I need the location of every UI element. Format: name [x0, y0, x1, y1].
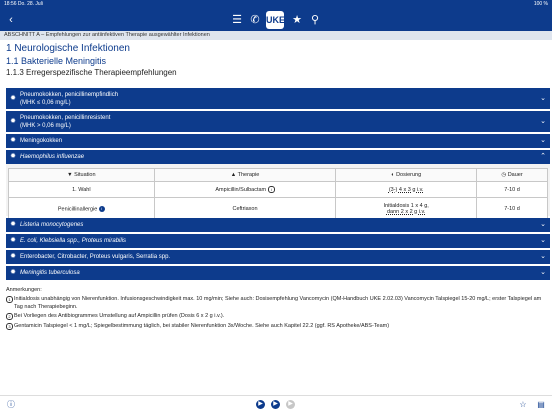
- note-item: 1 Initialdosis unabhängig von Nierenfunk…: [6, 296, 550, 311]
- column-header-therapie: ▲ Therapie: [153, 168, 337, 182]
- cell-dauer: 7-10 d: [476, 181, 548, 198]
- accordion-label: Enterobacter, Citrobacter, Proteus vulga…: [20, 254, 171, 260]
- gear-icon: ✹: [10, 269, 16, 276]
- note-number: 3: [6, 322, 13, 330]
- bottle-icon: ▲: [230, 172, 237, 178]
- accordion-ecoli[interactable]: ✹ E. coli, Klebsiella spp., Proteus mira…: [6, 234, 550, 248]
- pdf-icon[interactable]: ▤: [536, 400, 546, 410]
- chevron-down-icon: ⌄: [540, 221, 546, 228]
- chevron-down-icon: ⌄: [540, 269, 546, 276]
- gear-icon: ✹: [10, 94, 16, 102]
- section-heading-1: 1 Neurologische Infektionen: [6, 43, 130, 54]
- forward-disabled-icon: ▶: [286, 400, 295, 409]
- accordion-label: Meningokokken: [20, 138, 63, 144]
- table-row: 1. Wahl Ampicillin/Sulbactam i (3-) 4 x …: [8, 181, 548, 198]
- note-text: Initialdosis unabhängig von Nierenfunkti…: [14, 296, 542, 310]
- accordion-label: Meningitis tuberculosa: [20, 270, 80, 276]
- battery-status: 100 %: [533, 1, 548, 7]
- back-chevron-icon[interactable]: ‹: [4, 13, 18, 27]
- gear-icon: ✹: [10, 153, 16, 160]
- therapy-table: ▼ Situation ▲ Therapie ◐ Dosierung ◷ Dau…: [8, 168, 548, 221]
- list-icon[interactable]: ☰: [230, 13, 244, 27]
- note-item: 2 Bei Vorliegen des Antibiogrammes Umste…: [6, 313, 550, 321]
- cell-dosierung: (3-) 4 x 3 g i.v.: [335, 181, 478, 198]
- accordion-meningokokken[interactable]: ✹ Meningokokken ⌄: [6, 134, 550, 148]
- accordion-pneumokokken-empfindlich[interactable]: ✹ Pneumokokken, penicillinempfindlich (MH…: [6, 88, 550, 109]
- accordion-pneumokokken-resistent[interactable]: ✹ Pneumokokken, penicillinresistent (MHK …: [6, 111, 550, 132]
- note-text: Gentamicin Talspiegel < 1 mg/L; Spiegelb…: [14, 322, 390, 329]
- column-header-situation: ▼ Situation: [8, 168, 155, 182]
- bottom-toolbar: ⓘ ▶ ▶ ▶ ☆ ▤: [0, 395, 552, 415]
- note-item: 3 Gentamicin Talspiegel < 1 mg/L; Spiege…: [6, 322, 550, 331]
- app-logo-book-icon[interactable]: UKE: [266, 11, 285, 29]
- status-time-date: 18:56 Do. 28. Juli: [4, 1, 43, 7]
- accordion-label: Haemophilus influenzae: [20, 154, 85, 160]
- accordion-enterobacter[interactable]: ✹ Enterobacter, Citrobacter, Proteus vul…: [6, 250, 550, 264]
- accordion-meningitis-tuberculosa[interactable]: ✹ Meningitis tuberculosa ⌄: [6, 266, 550, 280]
- clock-icon: ◷: [501, 172, 507, 178]
- accordion-label: E. coli, Klebsiella spp., Proteus mirabi…: [20, 238, 127, 244]
- gear-icon: ✹: [10, 137, 16, 144]
- note-text: Bei Vorliegen des Antibiogrammes Umstell…: [14, 313, 225, 319]
- star-outline-icon[interactable]: ☆: [518, 400, 528, 410]
- play-next-icon[interactable]: ▶: [271, 400, 280, 409]
- cell-situation: 1. Wahl: [8, 181, 155, 198]
- accordion-panel-haemophilus: ▼ Situation ▲ Therapie ◐ Dosierung ◷ Dau…: [6, 164, 550, 221]
- accordion-label: Pneumokokken, penicillinempfindlich (MHK …: [20, 91, 119, 106]
- gauge-icon: ◐: [391, 172, 395, 178]
- accordion-label: Pneumokokken, penicillinresistent (MHK > …: [20, 114, 111, 129]
- accordion-listeria[interactable]: ✹ Listeria monocytogenes ⌄: [6, 218, 550, 232]
- phone-icon[interactable]: ✆: [248, 13, 262, 27]
- breadcrumb-text: ABSCHNITT A – Empfehlungen zur antiinfek…: [4, 32, 210, 38]
- gear-icon: ✹: [10, 221, 16, 228]
- info-icon[interactable]: i: [98, 205, 105, 212]
- gear-icon: ✹: [10, 237, 16, 244]
- gear-icon: ✹: [10, 253, 16, 260]
- gear-icon: ✹: [10, 117, 16, 125]
- info-icon[interactable]: i: [267, 186, 275, 193]
- status-bar: 18:56 Do. 28. Juli 100 %: [0, 0, 552, 9]
- section-heading-3: 1.1.3 Erregerspezifische Therapieempfehl…: [6, 68, 177, 77]
- info-icon[interactable]: ⓘ: [6, 400, 16, 410]
- chevron-down-icon: ⌄: [540, 117, 546, 125]
- note-number: 1: [6, 296, 13, 303]
- chevron-up-icon: ⌃: [540, 153, 546, 160]
- chevron-down-icon: ⌄: [540, 94, 546, 102]
- column-header-dosierung: ◐ Dosierung: [335, 168, 478, 182]
- star-icon[interactable]: ★: [290, 13, 304, 27]
- chevron-down-icon: ⌄: [540, 137, 546, 144]
- breadcrumb: ABSCHNITT A – Empfehlungen zur antiinfek…: [0, 31, 552, 40]
- column-header-dauer: ◷ Dauer: [476, 168, 548, 182]
- filter-icon: ▼: [67, 172, 73, 178]
- search-icon[interactable]: ⚲: [308, 13, 322, 27]
- table-header-row: ▼ Situation ▲ Therapie ◐ Dosierung ◷ Dau…: [8, 168, 548, 182]
- chevron-down-icon: ⌄: [540, 253, 546, 260]
- play-icon[interactable]: ▶: [256, 400, 265, 409]
- note-number: 2: [6, 313, 13, 320]
- notes-title: Anmerkungen:: [6, 287, 42, 293]
- section-heading-2: 1.1 Bakterielle Meningitis: [6, 56, 107, 66]
- notes-section: Anmerkungen: 1 Initialdosis unabhängig v…: [6, 287, 550, 332]
- accordion-label: Listeria monocytogenes: [20, 222, 84, 228]
- top-navbar: ‹ ☰ ✆ UKE ★ ⚲: [0, 9, 552, 31]
- chevron-down-icon: ⌄: [540, 237, 546, 244]
- accordion-haemophilus-expanded[interactable]: ✹ Haemophilus influenzae ⌃: [6, 150, 550, 164]
- cell-therapie: Ampicillin/Sulbactam i: [153, 181, 337, 198]
